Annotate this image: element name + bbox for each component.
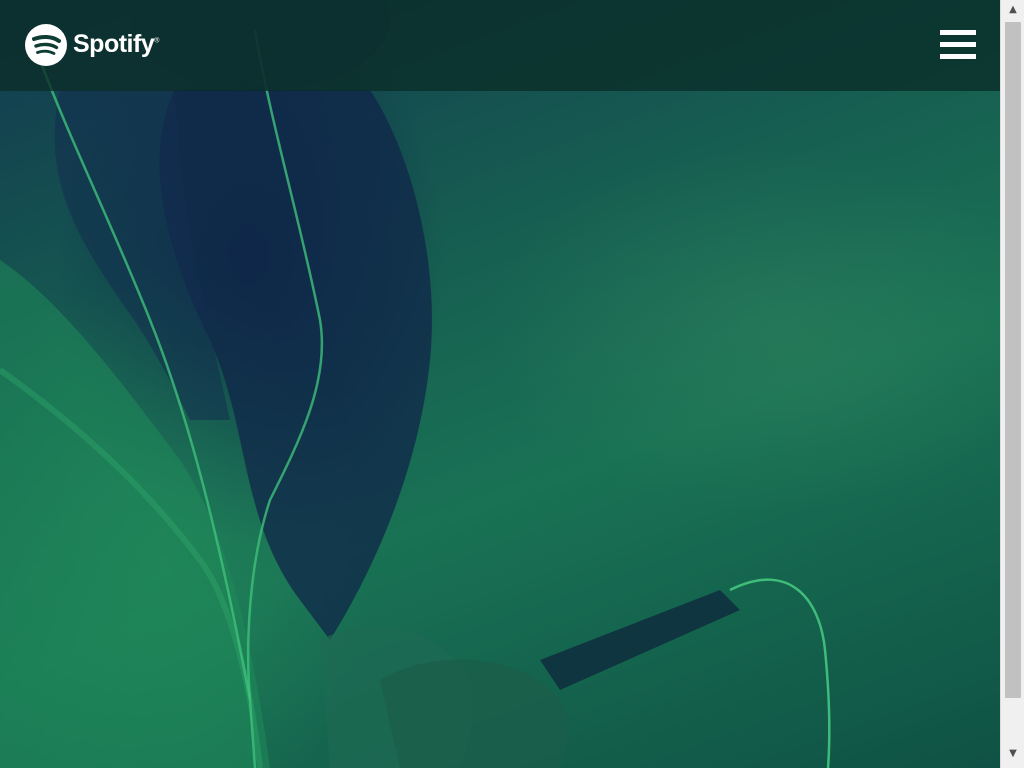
top-navigation-bar: Spotify® [0, 0, 1000, 91]
page-viewport: Spotify® [0, 0, 1000, 768]
menu-bar-bottom [940, 54, 976, 59]
phone-cable [729, 578, 831, 768]
hero-photo-illustration [0, 0, 831, 768]
hero-background-image [0, 0, 1000, 768]
menu-bar-middle [940, 42, 976, 47]
registered-mark: ® [154, 37, 159, 45]
brand-name: Spotify [73, 30, 155, 58]
scroll-down-arrow-icon[interactable]: ▼ [1001, 744, 1024, 764]
hamburger-menu-icon[interactable] [940, 28, 976, 60]
spotify-logo-link[interactable]: Spotify® [25, 22, 159, 67]
phone-shape [540, 590, 740, 690]
spotify-logo-icon [25, 23, 67, 66]
menu-bar-top [940, 30, 976, 35]
scroll-up-arrow-icon[interactable]: ▲ [1001, 0, 1024, 20]
scrollbar-thumb[interactable] [1005, 22, 1021, 698]
spotify-wordmark: Spotify® [73, 30, 159, 59]
hand-shape-right [380, 659, 569, 768]
vertical-scrollbar[interactable]: ▲ ▼ [1000, 0, 1024, 768]
